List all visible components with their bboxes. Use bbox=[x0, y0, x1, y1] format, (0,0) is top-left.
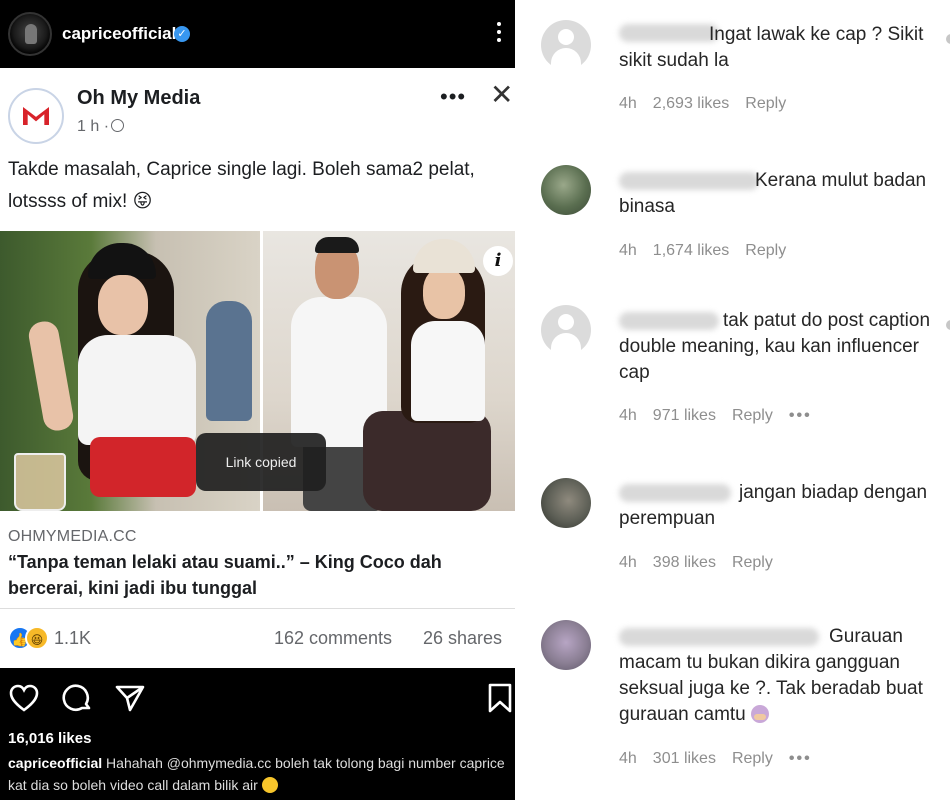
avatar[interactable] bbox=[541, 20, 591, 70]
woman-face bbox=[423, 267, 465, 319]
divider bbox=[0, 608, 515, 609]
woman-face bbox=[98, 275, 148, 335]
woman-legs bbox=[363, 411, 491, 511]
emoji-icon bbox=[261, 777, 278, 793]
comment-likes[interactable]: 301 likes bbox=[653, 750, 716, 767]
page-name[interactable]: Oh My Media bbox=[77, 87, 200, 110]
more-icon[interactable]: ••• bbox=[440, 84, 466, 110]
instagram-action-bar bbox=[0, 670, 515, 726]
verified-icon: ✓ bbox=[174, 26, 190, 42]
comment-icon[interactable] bbox=[62, 682, 94, 714]
avatar[interactable] bbox=[541, 165, 591, 215]
reply-button[interactable]: Reply bbox=[745, 242, 786, 259]
instagram-post-header: capriceofficial ✓ bbox=[0, 0, 515, 68]
comment-likes[interactable]: 2,693 likes bbox=[653, 95, 730, 112]
more-icon[interactable]: ••• bbox=[789, 750, 812, 767]
comment-meta: 4h 971 likes Reply ••• bbox=[619, 407, 828, 425]
comment-time: 4h bbox=[619, 750, 637, 767]
link-domain[interactable]: OHMYMEDIA.CC bbox=[8, 528, 137, 546]
comment-likes[interactable]: 398 likes bbox=[653, 554, 716, 571]
comment-likes[interactable]: 1,674 likes bbox=[653, 242, 730, 259]
woman-body bbox=[411, 321, 485, 421]
info-icon[interactable]: i bbox=[483, 246, 513, 276]
avatar[interactable] bbox=[541, 305, 591, 355]
avatar[interactable] bbox=[541, 620, 591, 670]
caption-username[interactable]: capriceofficial bbox=[8, 755, 102, 771]
comment-time: 4h bbox=[619, 242, 637, 259]
globe-icon bbox=[111, 119, 125, 132]
facebook-post-card: Oh My Media 1 h · ••• ✕ Takde masalah, C… bbox=[0, 68, 515, 668]
close-icon[interactable]: ✕ bbox=[490, 78, 513, 111]
instagram-post-screenshot: capriceofficial ✓ Oh My Media 1 h · ••• … bbox=[0, 0, 515, 800]
reply-button[interactable]: Reply bbox=[745, 95, 786, 112]
comment-meta: 4h 398 likes Reply bbox=[619, 554, 789, 572]
comment-text-body: Gurauan macam tu bukan dikira gangguan s… bbox=[619, 626, 923, 725]
avatar[interactable] bbox=[541, 478, 591, 528]
reply-button[interactable]: Reply bbox=[732, 554, 773, 571]
more-icon[interactable] bbox=[494, 20, 504, 46]
facepalm-emoji-icon bbox=[751, 705, 770, 723]
reply-button[interactable]: Reply bbox=[732, 407, 773, 424]
likes-count[interactable]: 16,016 likes bbox=[8, 730, 91, 747]
post-time: 1 h · bbox=[77, 118, 125, 136]
woman-arm bbox=[26, 319, 76, 433]
comment-meta: 4h 1,674 likes Reply bbox=[619, 242, 802, 260]
link-title[interactable]: “Tanpa teman lelaki atau suami..” – King… bbox=[8, 549, 508, 601]
post-time-text: 1 h · bbox=[77, 118, 110, 135]
woman-shirt bbox=[78, 335, 196, 445]
comment-meta: 4h 301 likes Reply ••• bbox=[619, 750, 828, 768]
comment-text: Ingat lawak ke cap ? Sikit sikit sudah l… bbox=[619, 24, 924, 71]
share-icon[interactable] bbox=[114, 682, 146, 714]
heart-icon[interactable] bbox=[946, 34, 950, 44]
comment-time: 4h bbox=[619, 554, 637, 571]
haha-reaction-icon: 😆 bbox=[25, 626, 49, 650]
more-icon[interactable]: ••• bbox=[789, 407, 812, 424]
comment-time: 4h bbox=[619, 95, 637, 112]
username[interactable]: capriceofficial bbox=[62, 24, 176, 44]
save-icon[interactable] bbox=[484, 682, 515, 714]
caption: capriceofficial Hahahah @ohmymedia.cc bo… bbox=[8, 752, 508, 796]
comment-likes[interactable]: 971 likes bbox=[653, 407, 716, 424]
page-avatar[interactable] bbox=[8, 88, 64, 144]
comments-count[interactable]: 162 comments bbox=[274, 628, 392, 649]
avatar[interactable] bbox=[8, 12, 52, 56]
heart-icon[interactable] bbox=[8, 682, 40, 714]
comments-screenshot: Ingat lawak ke cap ? Sikit sikit sudah l… bbox=[515, 0, 950, 800]
shares-count[interactable]: 26 shares bbox=[423, 628, 502, 649]
man-hair bbox=[315, 237, 359, 253]
comment-text: jangan biadap dengan perempuan bbox=[619, 482, 928, 529]
background-man bbox=[206, 301, 252, 421]
drink-cup bbox=[14, 453, 66, 511]
comment-text: Gurauan macam tu bukan dikira gangguan s… bbox=[619, 624, 939, 728]
comment-time: 4h bbox=[619, 407, 637, 424]
comment-text: tak patut do post caption double meaning… bbox=[619, 310, 931, 383]
reaction-count[interactable]: 1.1K bbox=[54, 628, 91, 649]
woman-cap bbox=[88, 243, 156, 279]
comment-text: Kerana mulut badan binasa bbox=[619, 170, 927, 217]
woman-skirt bbox=[90, 437, 196, 497]
link-copied-toast: Link copied bbox=[196, 433, 326, 491]
oh-my-media-logo bbox=[23, 107, 49, 125]
reply-button[interactable]: Reply bbox=[732, 750, 773, 767]
woman-cap bbox=[413, 239, 475, 273]
post-text: Takde masalah, Caprice single lagi. Bole… bbox=[8, 159, 475, 212]
comment-meta: 4h 2,693 likes Reply bbox=[619, 95, 802, 113]
heart-icon[interactable] bbox=[946, 320, 950, 330]
